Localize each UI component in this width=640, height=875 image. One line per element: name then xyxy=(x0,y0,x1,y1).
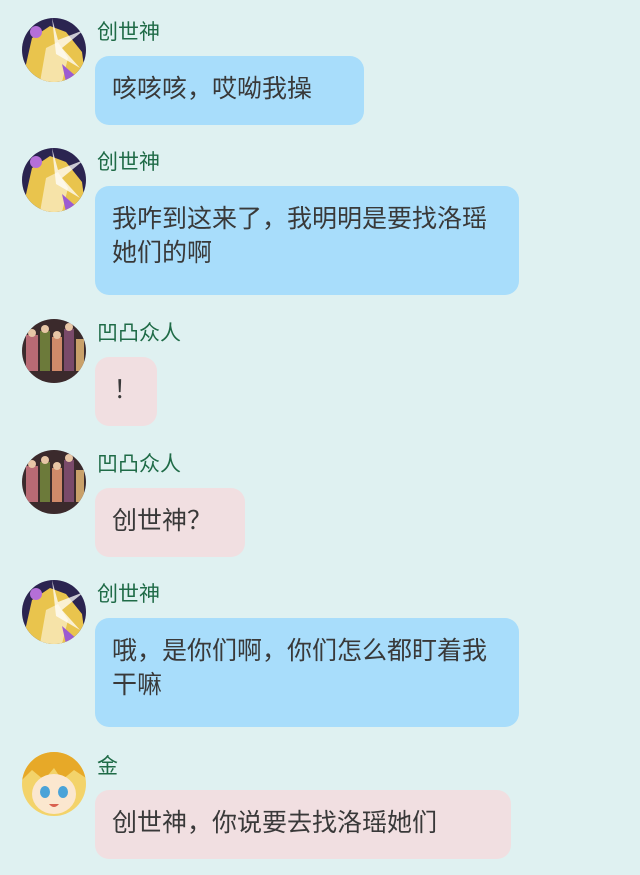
group-avatar-icon[interactable] xyxy=(22,319,86,383)
group-avatar-icon[interactable] xyxy=(22,450,86,514)
message-bubble[interactable]: 咳咳咳，哎呦我操 xyxy=(95,56,364,125)
goddess-avatar-icon[interactable] xyxy=(22,580,86,644)
sender-name: 金 xyxy=(97,754,118,778)
sender-name: 创世神 xyxy=(97,582,160,606)
chat-view: 创世神 咳咳咳，哎呦我操 创世神 我咋到这来了，我明明是要找洛瑶她们的啊 凹凸众… xyxy=(0,0,640,875)
message-bubble[interactable]: 创世神，你说要去找洛瑶她们 xyxy=(95,790,511,859)
jin-avatar-icon[interactable] xyxy=(22,752,86,816)
message-bubble[interactable]: 哦，是你们啊，你们怎么都盯着我干嘛 xyxy=(95,618,519,727)
sender-name: 创世神 xyxy=(97,20,160,44)
sender-name: 凹凸众人 xyxy=(97,452,181,476)
sender-name: 创世神 xyxy=(97,150,160,174)
message-bubble[interactable]: 我咋到这来了，我明明是要找洛瑶她们的啊 xyxy=(95,186,519,295)
message-bubble[interactable]: ！ xyxy=(95,357,157,426)
message-bubble[interactable]: 创世神？ xyxy=(95,488,245,557)
sender-name: 凹凸众人 xyxy=(97,321,181,345)
goddess-avatar-icon[interactable] xyxy=(22,148,86,212)
goddess-avatar-icon[interactable] xyxy=(22,18,86,82)
